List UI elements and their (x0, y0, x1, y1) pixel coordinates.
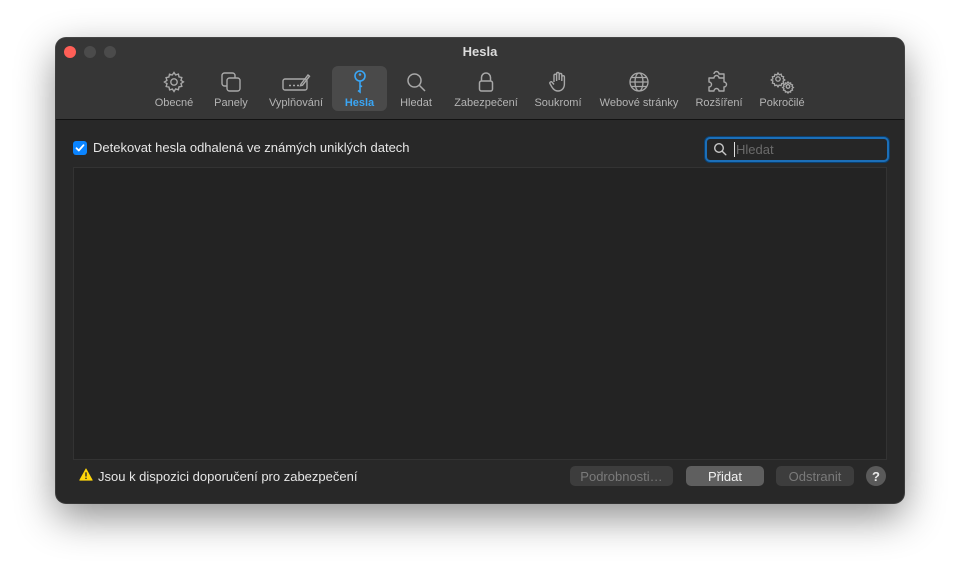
puzzle-icon (705, 69, 733, 95)
tab-autofill[interactable]: Vyplňování (262, 66, 330, 111)
preferences-window: Hesla Obecné Panely Vyplňování Hesla Hle… (56, 38, 904, 503)
tab-label: Obecné (154, 97, 194, 109)
tab-tabs[interactable]: Panely (206, 66, 256, 111)
gear-icon (162, 69, 186, 95)
tab-privacy[interactable]: Soukromí (530, 66, 586, 111)
search-icon (713, 142, 727, 156)
tab-websites[interactable]: Webové stránky (592, 66, 686, 111)
remove-button[interactable]: Odstranit (776, 466, 854, 486)
checkmark-icon (75, 143, 85, 151)
lock-icon (474, 69, 498, 95)
tab-label: Panely (214, 97, 248, 109)
tab-search[interactable]: Hledat (392, 66, 440, 111)
preferences-toolbar: Obecné Panely Vyplňování Hesla Hledat Za… (56, 65, 904, 115)
footer-bar: Jsou k dispozici doporučení pro zabezpeč… (56, 464, 904, 490)
passwords-pane: Detekovat hesla odhalená ve známých unik… (56, 120, 904, 503)
search-icon (404, 69, 428, 95)
tab-label: Soukromí (534, 97, 582, 109)
tab-passwords[interactable]: Hesla (332, 66, 387, 111)
title-bar: Hesla Obecné Panely Vyplňování Hesla Hle… (56, 38, 904, 120)
tab-label: Rozšíření (695, 97, 743, 109)
warning-icon (79, 468, 93, 481)
tab-security[interactable]: Zabezpečení (448, 66, 524, 111)
tab-label: Hledat (400, 97, 432, 109)
help-button[interactable]: ? (866, 466, 886, 486)
details-button[interactable]: Podrobnosti… (570, 466, 673, 486)
tab-label: Hesla (344, 97, 375, 109)
search-input[interactable] (736, 140, 881, 159)
tab-general[interactable]: Obecné (148, 66, 200, 111)
tab-label: Pokročilé (759, 97, 805, 109)
search-field[interactable] (705, 137, 889, 162)
security-recommendations-text[interactable]: Jsou k dispozici doporučení pro zabezpeč… (98, 469, 357, 484)
hand-icon (546, 69, 570, 95)
detect-leaked-passwords-checkbox[interactable] (73, 140, 87, 155)
tab-label: Vyplňování (268, 97, 324, 109)
pen-icon (281, 69, 311, 95)
tab-label: Zabezpečení (454, 97, 518, 109)
key-icon (348, 69, 372, 95)
text-caret (734, 142, 735, 157)
passwords-list[interactable] (73, 167, 887, 460)
detect-leaked-passwords-row: Detekovat hesla odhalená ve známých unik… (73, 140, 410, 155)
detect-leaked-passwords-label[interactable]: Detekovat hesla odhalená ve známých unik… (93, 140, 410, 155)
globe-icon (627, 69, 651, 95)
gears-icon (768, 69, 796, 95)
tab-label: Webové stránky (599, 97, 679, 109)
tabs-icon (219, 69, 243, 95)
add-button[interactable]: Přidat (686, 466, 764, 486)
window-title: Hesla (462, 44, 498, 59)
tab-advanced[interactable]: Pokročilé (752, 66, 812, 111)
tab-extensions[interactable]: Rozšíření (692, 66, 746, 111)
